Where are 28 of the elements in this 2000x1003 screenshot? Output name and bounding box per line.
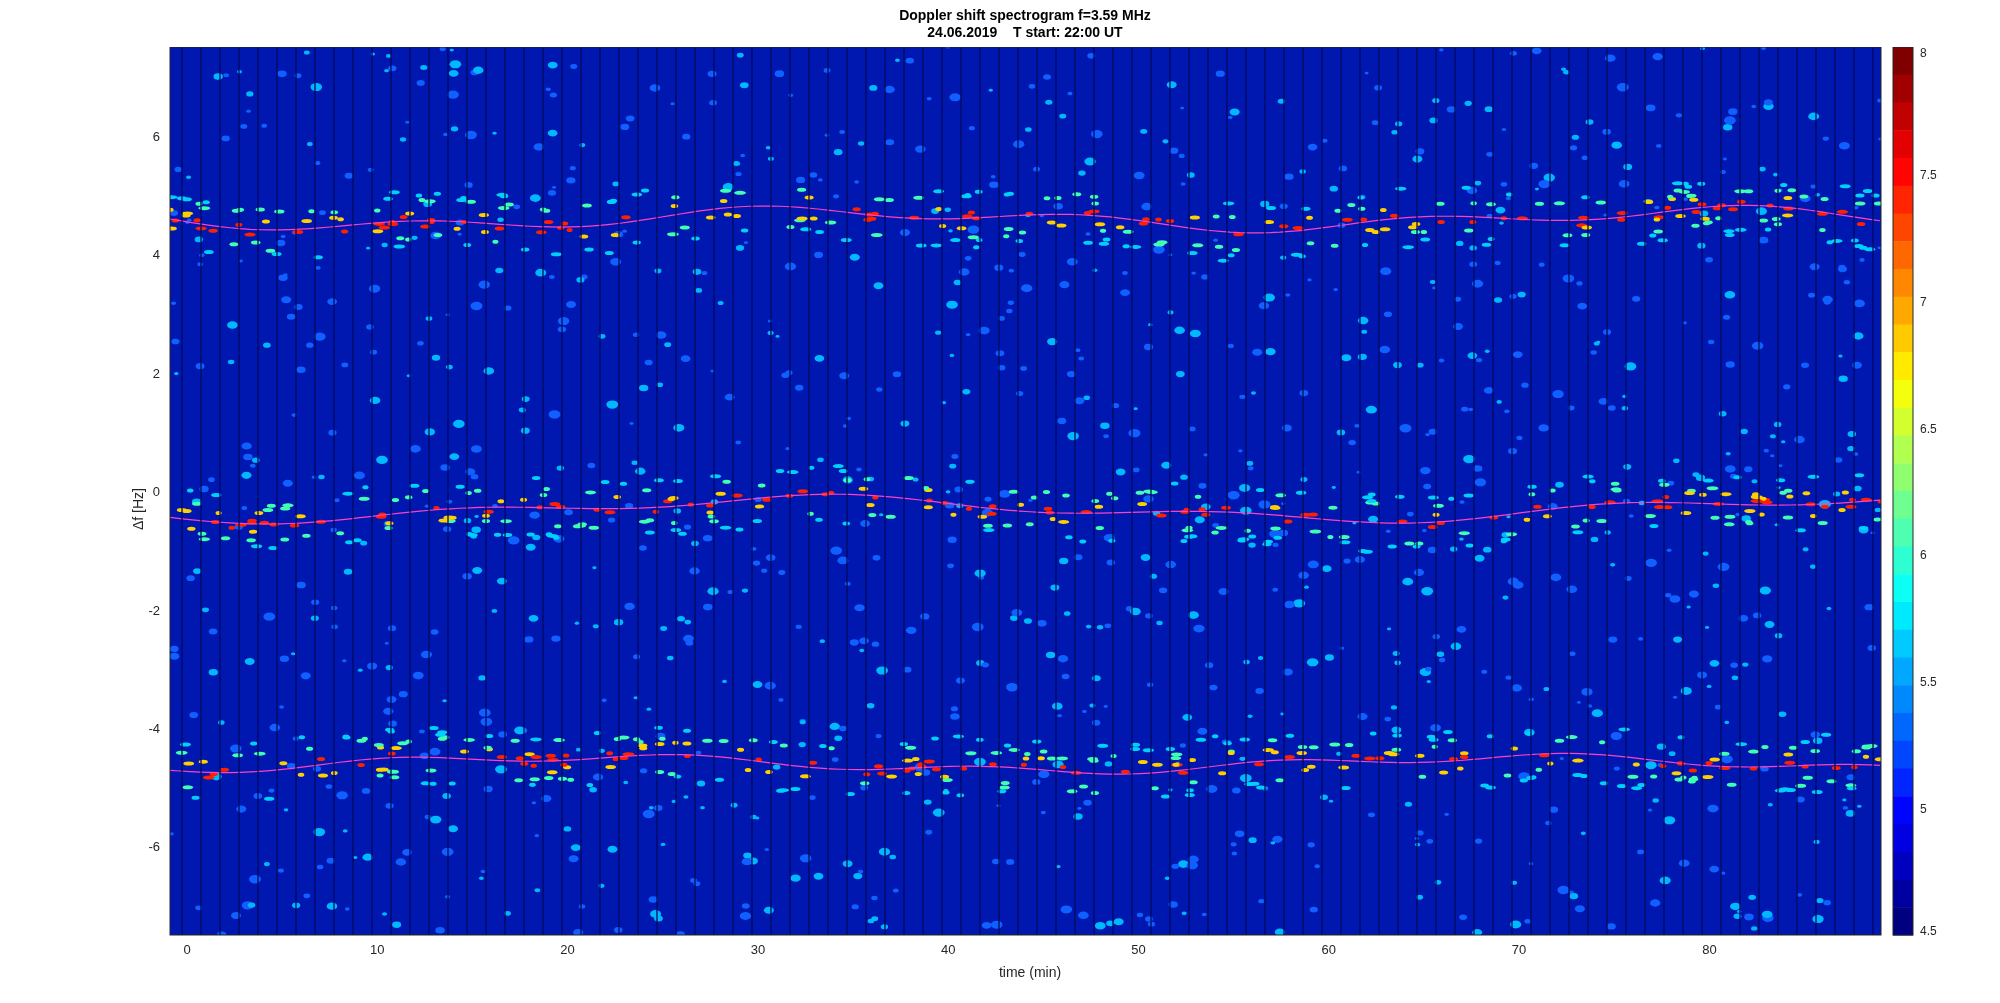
y-tick-label: 6 [152, 129, 160, 144]
x-tick-label: 0 [183, 942, 191, 957]
chart-title: Doppler shift spectrogram f=3.59 MHz [899, 6, 1151, 24]
y-tick-label: -2 [148, 602, 160, 618]
x-tick-label: 80 [1702, 942, 1717, 957]
colorbar-tick-label: 7 [1920, 294, 1927, 309]
x-tick-label: 50 [1131, 942, 1146, 957]
y-tick-label: 0 [152, 484, 160, 500]
y-axis-label: Δf [Hz] [130, 488, 146, 530]
x-tick-label: 60 [1321, 942, 1337, 957]
x-tick-label: 70 [1511, 942, 1527, 957]
x-tick-label: 40 [940, 942, 956, 957]
y-tick-label: 2 [152, 365, 160, 381]
y-tick-label: 4 [152, 247, 160, 263]
colorbar-tick-label: 4.5 [1920, 924, 1937, 938]
x-tick-label: 10 [370, 942, 385, 957]
y-tick-label: -6 [148, 839, 160, 855]
x-tick-label: 30 [750, 942, 766, 957]
y-tick-label: -4 [148, 721, 160, 736]
colorbar-tick-label: 5 [1920, 802, 1927, 817]
x-tick-label: 20 [560, 942, 575, 957]
colorbar-tick-label: 7.5 [1920, 167, 1937, 182]
chart-title: 24.06.2019 T start: 22:00 UT [927, 23, 1123, 41]
colorbar-tick-label: 6.5 [1920, 421, 1937, 436]
x-axis-label: time (min) [998, 964, 1062, 980]
colorbar-tick-label: 8 [1920, 47, 1927, 60]
colorbar-tick-label: 6 [1920, 548, 1927, 563]
colorbar-tick-label: 5.5 [1920, 675, 1937, 690]
